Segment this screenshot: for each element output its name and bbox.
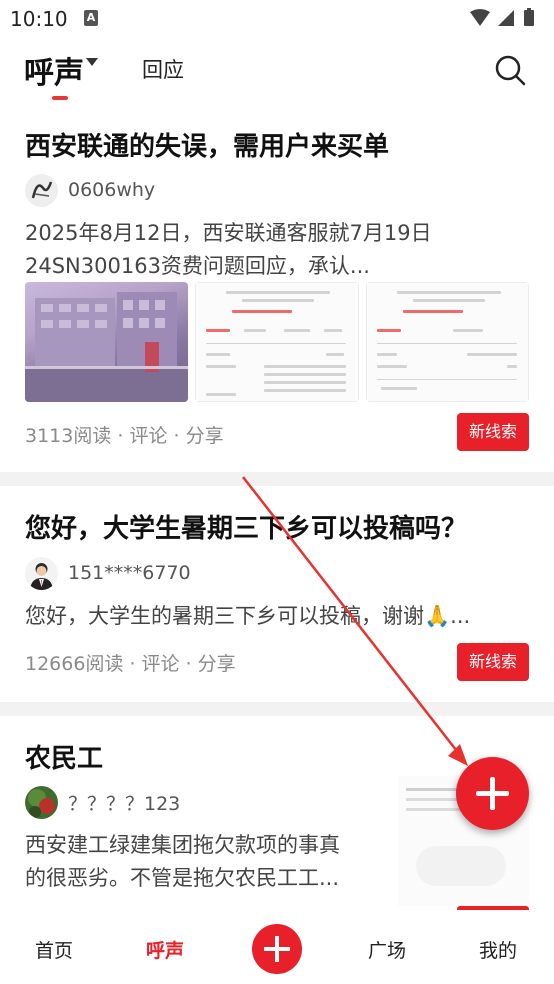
- excerpt-line: 您好，大学生的暑期三下乡可以投稿，谢谢🙏...: [25, 604, 471, 628]
- post-image[interactable]: [25, 282, 189, 402]
- post-author[interactable]: ？？？？123: [25, 785, 180, 819]
- active-tab-indicator: [52, 96, 68, 100]
- post-image[interactable]: [365, 282, 529, 402]
- nav-mine[interactable]: 我的: [479, 936, 517, 963]
- add-post-button[interactable]: [456, 757, 529, 830]
- battery-icon: [524, 10, 534, 26]
- excerpt-line: 西安建工绿建集团拖欠款项的事真: [25, 833, 340, 857]
- system-icons: [470, 8, 534, 26]
- post-author[interactable]: 0606why: [25, 173, 155, 207]
- notification-icon: A: [84, 10, 98, 26]
- post-excerpt[interactable]: 西安建工绿建集团拖欠款项的事真 的很恶劣。不管是拖欠农民工工...: [25, 829, 385, 895]
- post-images: [25, 282, 529, 402]
- post-card[interactable]: 西安联通的失误，需用户来买单 0606why 2025年8月12日，西安联通客服…: [0, 108, 554, 472]
- excerpt-line: 24SN300163资费问题回应，承认...: [25, 254, 370, 278]
- post-excerpt[interactable]: 2025年8月12日，西安联通客服就7月19日 24SN300163资费问题回应…: [25, 217, 525, 283]
- signal-icon: [498, 10, 514, 26]
- nav-home[interactable]: 首页: [35, 936, 73, 963]
- chevron-down-icon[interactable]: [86, 58, 98, 66]
- post-excerpt[interactable]: 您好，大学生的暑期三下乡可以投稿，谢谢🙏...: [25, 600, 525, 633]
- new-clue-button[interactable]: 新线索: [457, 413, 529, 451]
- top-nav: 呼声 回应: [0, 38, 554, 108]
- status-bar: 10:10 A: [0, 0, 554, 38]
- avatar[interactable]: [25, 785, 58, 819]
- author-name: ？？？？123: [68, 792, 181, 815]
- excerpt-line: 2025年8月12日，西安联通客服就7月19日: [25, 221, 432, 245]
- nav-square[interactable]: 广场: [368, 936, 406, 963]
- nav-publish-button[interactable]: [252, 924, 302, 974]
- tab-response[interactable]: 回应: [142, 54, 184, 84]
- post-title[interactable]: 西安联通的失误，需用户来买单: [25, 126, 389, 163]
- post-meta: 12666阅读 · 评论 · 分享: [25, 653, 236, 675]
- excerpt-line: 的很恶劣。不管是拖欠农民工工...: [25, 866, 340, 890]
- post-title[interactable]: 农民工: [25, 738, 103, 775]
- post-image[interactable]: [195, 282, 359, 402]
- status-time: 10:10: [10, 7, 68, 31]
- wifi-icon: [470, 9, 490, 26]
- avatar[interactable]: [25, 556, 58, 590]
- tab-voice[interactable]: 呼声: [24, 48, 84, 92]
- new-clue-button[interactable]: 新线索: [457, 643, 529, 681]
- search-icon[interactable]: [494, 54, 526, 86]
- author-name: 0606why: [68, 179, 156, 201]
- avatar[interactable]: [25, 173, 58, 207]
- nav-voice[interactable]: 呼声: [146, 936, 184, 963]
- post-author[interactable]: 151****6770: [25, 556, 191, 590]
- post-title[interactable]: 您好，大学生暑期三下乡可以投稿吗？: [25, 508, 467, 545]
- author-name: 151****6770: [68, 562, 191, 584]
- bottom-nav: 首页 呼声 广场 我的: [0, 910, 554, 984]
- post-card[interactable]: 您好，大学生暑期三下乡可以投稿吗？ 151****6770 您好，大学生的暑期三…: [0, 486, 554, 702]
- post-meta: 3113阅读 · 评论 · 分享: [25, 425, 224, 447]
